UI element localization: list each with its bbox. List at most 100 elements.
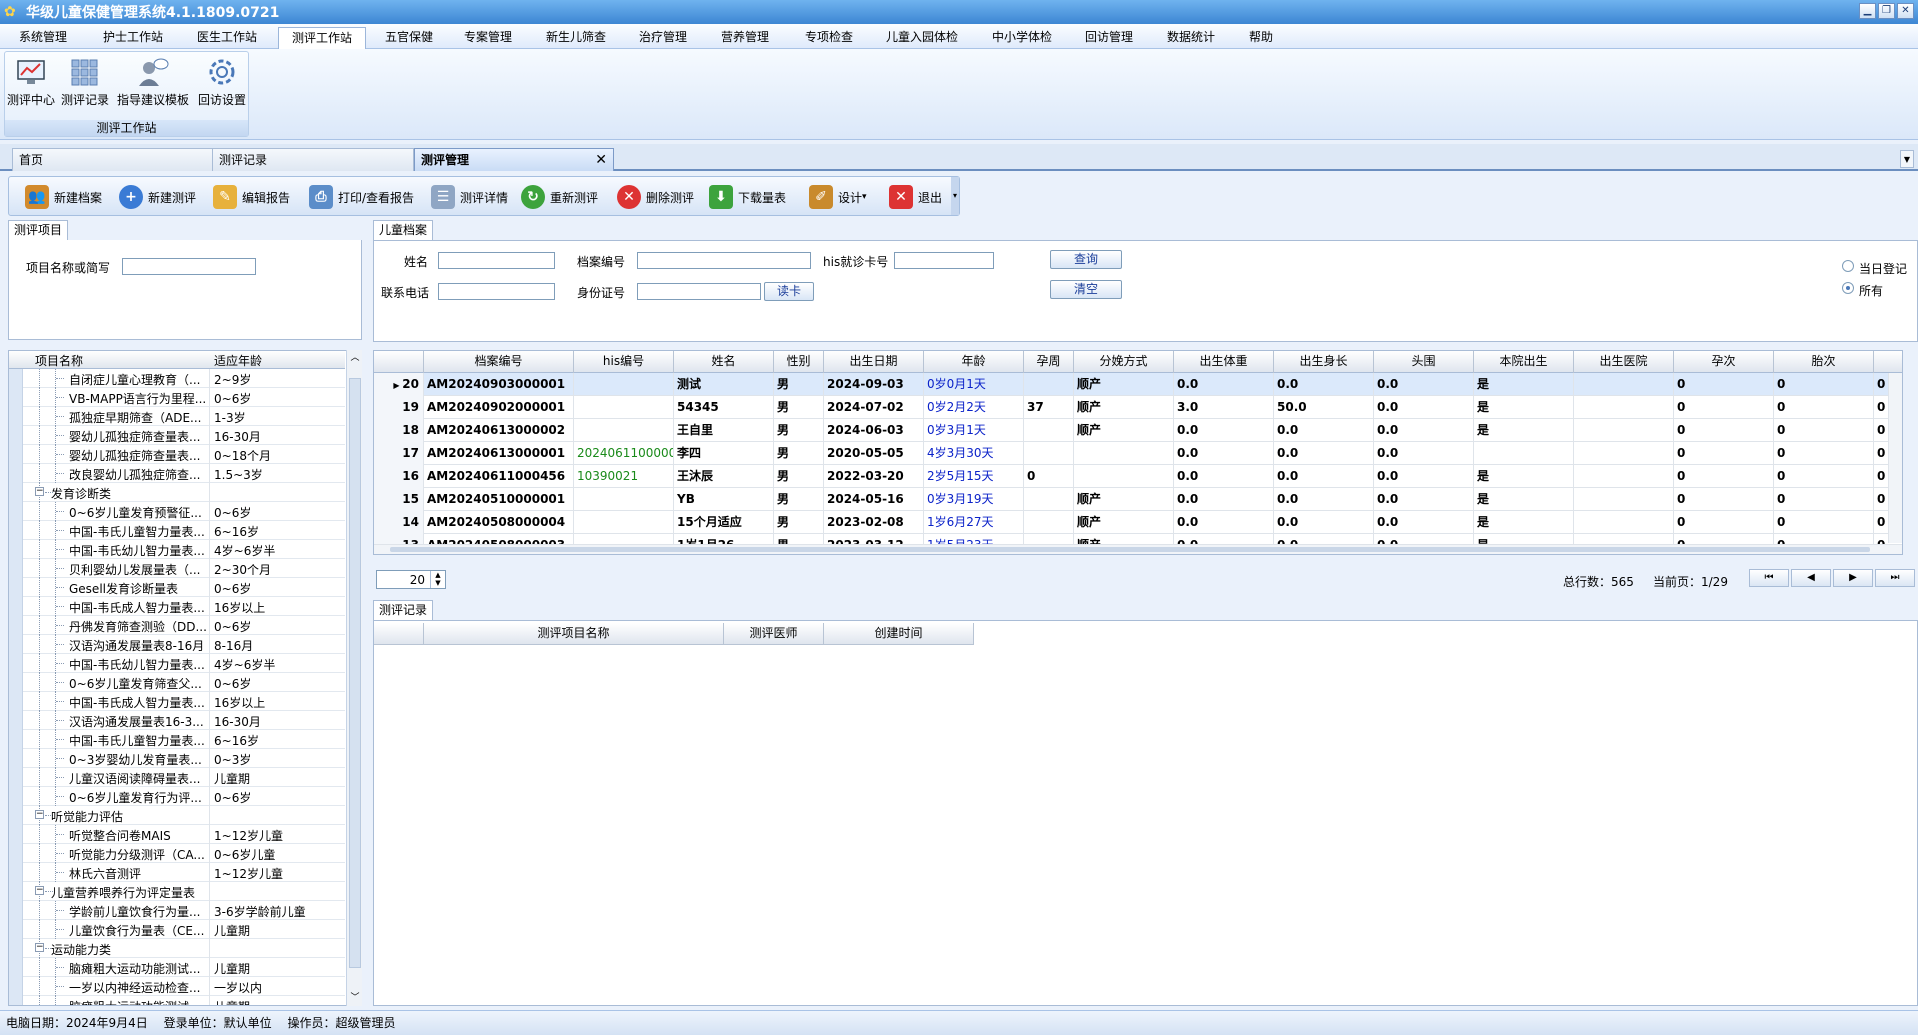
toolbar-overflow-icon[interactable]: ▾ <box>951 177 959 215</box>
collapse-icon[interactable]: − <box>35 943 44 952</box>
tree-item[interactable]: 自闭症儿童心理教育（... 2~9岁 <box>9 369 345 388</box>
grid-col-header[interactable]: 出生体重 <box>1174 351 1274 373</box>
scroll-up-icon[interactable]: ︿ <box>348 350 362 366</box>
grid-col-header[interactable]: 分娩方式 <box>1074 351 1174 373</box>
grid-col-header[interactable]: 性别 <box>774 351 824 373</box>
tree-item[interactable]: 0~6岁儿童发育筛查父... 0~6岁 <box>9 673 345 692</box>
table-row[interactable]: 17 AM20240613000001202406110000010李四男2020… <box>374 442 1902 465</box>
tree-item[interactable]: 贝利婴幼儿发展量表（... 2~30个月 <box>9 559 345 578</box>
ribbon-guidance-template-button[interactable]: 指导建议模板 <box>115 54 191 114</box>
tab-child-archive[interactable]: 儿童档案 <box>373 220 434 240</box>
first-page-icon[interactable]: ⏮ <box>1749 569 1789 587</box>
grid-col-header[interactable]: 孕次 <box>1674 351 1774 373</box>
query-button[interactable]: 查询 <box>1050 250 1122 269</box>
table-row[interactable]: 16 AM20240611000456 10390021 王沐辰男 2022-03-20… <box>374 465 1902 488</box>
tree-item[interactable]: 婴幼儿孤独症筛查量表... 0~18个月 <box>9 445 345 464</box>
grid-hscroll[interactable] <box>374 544 1902 554</box>
tab-eval-record[interactable]: 测评记录 <box>212 148 414 171</box>
tree-item[interactable]: 汉语沟通发展量表16-3... 16-30月 <box>9 711 345 730</box>
page-size-spinner[interactable]: 20 ▲ ▼ <box>376 570 446 589</box>
menu-item-4[interactable]: 五官保健 <box>374 27 444 49</box>
grid-col-header[interactable]: 孕周 <box>1024 351 1074 373</box>
clear-button[interactable]: 清空 <box>1050 280 1122 299</box>
toolbar-button-8[interactable]: ✐ 设计 ▾ <box>809 183 867 211</box>
tree-item[interactable]: 听觉能力分级测评（CA... 0~6岁儿童 <box>9 844 345 863</box>
tree-item[interactable]: 婴幼儿孤独症筛查量表... 16-30月 <box>9 426 345 445</box>
scroll-down-icon[interactable]: ﹀ <box>348 990 362 1006</box>
record-col-created[interactable]: 创建时间 <box>824 623 974 645</box>
grid-col-header[interactable]: 出生身长 <box>1274 351 1374 373</box>
toolbar-button-9[interactable]: ✕ 退出 <box>889 183 942 211</box>
minimize-button[interactable]: ▁ <box>1859 3 1876 19</box>
table-row[interactable]: ▶ 20 AM20240903000001 测试男 2024-09-03 0岁0月1天顺… <box>374 373 1902 396</box>
tree-item[interactable]: 丹佛发育筛查测验（DD... 0~6岁 <box>9 616 345 635</box>
tree-item[interactable]: 汉语沟通发展量表8-16月 8-16月 <box>9 635 345 654</box>
grid-col-header[interactable]: 年龄 <box>924 351 1024 373</box>
tree-scrollbar[interactable]: ︿ ﹀ <box>346 350 362 1006</box>
menu-item-14[interactable]: 帮助 <box>1238 27 1284 49</box>
menu-item-3[interactable]: 测评工作站 <box>278 27 366 49</box>
tab-eval-items[interactable]: 测评项目 <box>8 220 69 240</box>
menu-item-2[interactable]: 医生工作站 <box>186 27 268 49</box>
menu-item-7[interactable]: 治疗管理 <box>628 27 698 49</box>
name-input[interactable] <box>438 252 555 269</box>
toolbar-button-2[interactable]: ✎ 编辑报告 <box>213 183 290 211</box>
his-card-input[interactable] <box>894 252 994 269</box>
tree-item[interactable]: 中国-韦氏成人智力量表... 16岁以上 <box>9 692 345 711</box>
tree-item[interactable]: 孤独症早期筛查（ADE... 1-3岁 <box>9 407 345 426</box>
tree-item[interactable]: 林氏六音测评 1~12岁儿童 <box>9 863 345 882</box>
menu-item-9[interactable]: 专项检查 <box>792 27 866 49</box>
id-no-input[interactable] <box>637 283 761 300</box>
menu-item-5[interactable]: 专案管理 <box>452 27 524 49</box>
tab-dropdown-icon[interactable]: ▼ <box>1900 150 1914 168</box>
grid-hscroll-thumb[interactable] <box>390 547 1870 552</box>
radio-all[interactable] <box>1842 282 1854 294</box>
tree-item[interactable]: 儿童饮食行为量表（CE... 儿童期 <box>9 920 345 939</box>
tree-item[interactable]: 学龄前儿童饮食行为量... 3-6岁学龄前儿童 <box>9 901 345 920</box>
col-project-name[interactable]: 项目名称 <box>35 352 83 369</box>
tree-item[interactable]: 脑瘫粗大运动功能测试... 儿童期 <box>9 996 345 1005</box>
toolbar-button-1[interactable]: + 新建测评 <box>119 183 196 211</box>
tree-item[interactable]: VB-MAPP语言行为里程... 0~6岁 <box>9 388 345 407</box>
tree-item[interactable]: 中国-韦氏成人智力量表... 16岁以上 <box>9 597 345 616</box>
ribbon-eval-record-button[interactable]: 测评记录 <box>61 54 109 114</box>
ribbon-followup-settings-button[interactable]: 回访设置 <box>197 54 247 114</box>
tree-category[interactable]: − 发育诊断类 <box>9 483 345 502</box>
tree-item[interactable]: 0~6岁儿童发育行为评... 0~6岁 <box>9 787 345 806</box>
project-search-input[interactable] <box>122 258 256 275</box>
tree-category[interactable]: − 儿童营养喂养行为评定量表 <box>9 882 345 901</box>
grid-col-header[interactable]: 档案编号 <box>424 351 574 373</box>
menu-item-12[interactable]: 回访管理 <box>1072 27 1146 49</box>
menu-item-0[interactable]: 系统管理 <box>4 27 82 49</box>
grid-col-header[interactable]: 本院出生 <box>1474 351 1574 373</box>
last-page-icon[interactable]: ⏭ <box>1875 569 1915 587</box>
tree-item[interactable]: 中国-韦氏幼儿智力量表... 4岁~6岁半 <box>9 540 345 559</box>
collapse-icon[interactable]: − <box>35 487 44 496</box>
tab-home[interactable]: 首页 <box>12 148 216 171</box>
tree-item[interactable]: Gesell发育诊断量表 0~6岁 <box>9 578 345 597</box>
collapse-icon[interactable]: − <box>35 810 44 819</box>
toolbar-button-7[interactable]: ⬇ 下载量表 <box>709 183 786 211</box>
tree-item[interactable]: 中国-韦氏儿童智力量表... 6~16岁 <box>9 730 345 749</box>
col-age-range[interactable]: 适应年龄 <box>214 352 262 369</box>
table-row[interactable]: 14 AM20240508000004 15个月适应男 2023-02-08 1岁6月2… <box>374 511 1902 534</box>
restore-button[interactable]: ❐ <box>1878 3 1895 19</box>
menu-item-13[interactable]: 数据统计 <box>1154 27 1228 49</box>
grid-col-header[interactable]: 出生医院 <box>1574 351 1674 373</box>
next-page-icon[interactable]: ▶ <box>1833 569 1873 587</box>
tree-item[interactable]: 改良婴幼儿孤独症筛查... 1.5~3岁 <box>9 464 345 483</box>
table-row[interactable]: 19 AM20240902000001 54345 男 2024-07-02 0岁2月2天… <box>374 396 1902 419</box>
spinner-arrows-icon[interactable]: ▲ ▼ <box>430 571 445 588</box>
tree-category[interactable]: − 听觉能力评估 <box>9 806 345 825</box>
tree-item[interactable]: 0~3岁婴幼儿发育量表... 0~3岁 <box>9 749 345 768</box>
tree-item[interactable]: 脑瘫粗大运动功能测试... 儿童期 <box>9 958 345 977</box>
tree-category[interactable]: − 运动能力类 <box>9 939 345 958</box>
menu-item-10[interactable]: 儿童入园体检 <box>874 27 970 49</box>
close-tab-icon[interactable]: ✕ <box>595 149 607 171</box>
grid-col-header[interactable]: his编号 <box>574 351 674 373</box>
phone-input[interactable] <box>438 283 555 300</box>
tree-item[interactable]: 听觉整合问卷MAIS 1~12岁儿童 <box>9 825 345 844</box>
record-col-doctor[interactable]: 测评医师 <box>724 623 824 645</box>
dropdown-arrow-icon[interactable]: ▾ <box>862 192 867 202</box>
menu-item-1[interactable]: 护士工作站 <box>92 27 174 49</box>
